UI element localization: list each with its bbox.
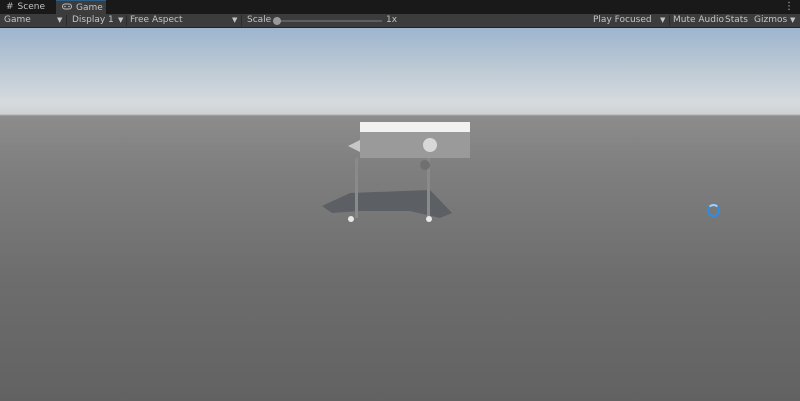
gamepad-icon xyxy=(62,3,72,13)
leg-joint xyxy=(420,160,430,170)
scene-render xyxy=(322,122,470,222)
leg-foot xyxy=(426,216,432,222)
gizmos-toggle[interactable]: Gizmos xyxy=(754,14,787,27)
more-options-icon[interactable]: ⋮ xyxy=(784,1,794,13)
table-top xyxy=(360,122,470,132)
chevron-down-icon: ▼ xyxy=(660,16,666,24)
game-viewport[interactable] xyxy=(0,28,800,401)
scale-value: 1x xyxy=(386,15,398,25)
stats-toggle[interactable]: Stats xyxy=(725,14,748,27)
leg-foot xyxy=(348,216,354,222)
table-front xyxy=(360,132,470,158)
toolbar-divider xyxy=(126,15,127,26)
scale-label: Scale xyxy=(247,15,272,25)
toolbar-divider xyxy=(66,15,67,26)
play-focused-dropdown[interactable]: Play Focused xyxy=(593,14,652,27)
mute-audio-toggle[interactable]: Mute Audio xyxy=(673,14,724,27)
table-side-tab xyxy=(348,140,360,152)
editor-tab-bar: # Scene Game ⋮ xyxy=(0,0,800,14)
chevron-down-icon: ▼ xyxy=(57,16,63,24)
scale-slider-thumb[interactable] xyxy=(273,17,281,25)
scene-grid-icon: # xyxy=(6,1,14,12)
table-leg xyxy=(355,158,358,218)
scale-slider-track[interactable] xyxy=(276,20,382,22)
view-mode-dropdown[interactable]: Game xyxy=(4,14,31,27)
tab-scene[interactable]: # Scene xyxy=(0,0,62,14)
table-knob xyxy=(423,138,437,152)
loading-spinner-icon xyxy=(707,204,720,217)
toolbar-divider xyxy=(669,15,670,26)
display-dropdown[interactable]: Display 1 xyxy=(72,14,114,27)
tab-game-label: Game xyxy=(76,2,103,13)
tab-game[interactable]: Game xyxy=(56,0,106,14)
chevron-down-icon: ▼ xyxy=(232,16,238,24)
toolbar-divider xyxy=(241,15,242,26)
table-shadow xyxy=(322,190,452,218)
chevron-down-icon: ▼ xyxy=(118,16,124,24)
chevron-down-icon: ▼ xyxy=(790,16,796,24)
tab-scene-label: Scene xyxy=(17,2,45,12)
game-view-toolbar: Game ▼ Display 1 ▼ Free Aspect ▼ Scale 1… xyxy=(0,14,800,28)
aspect-dropdown[interactable]: Free Aspect xyxy=(130,14,183,27)
